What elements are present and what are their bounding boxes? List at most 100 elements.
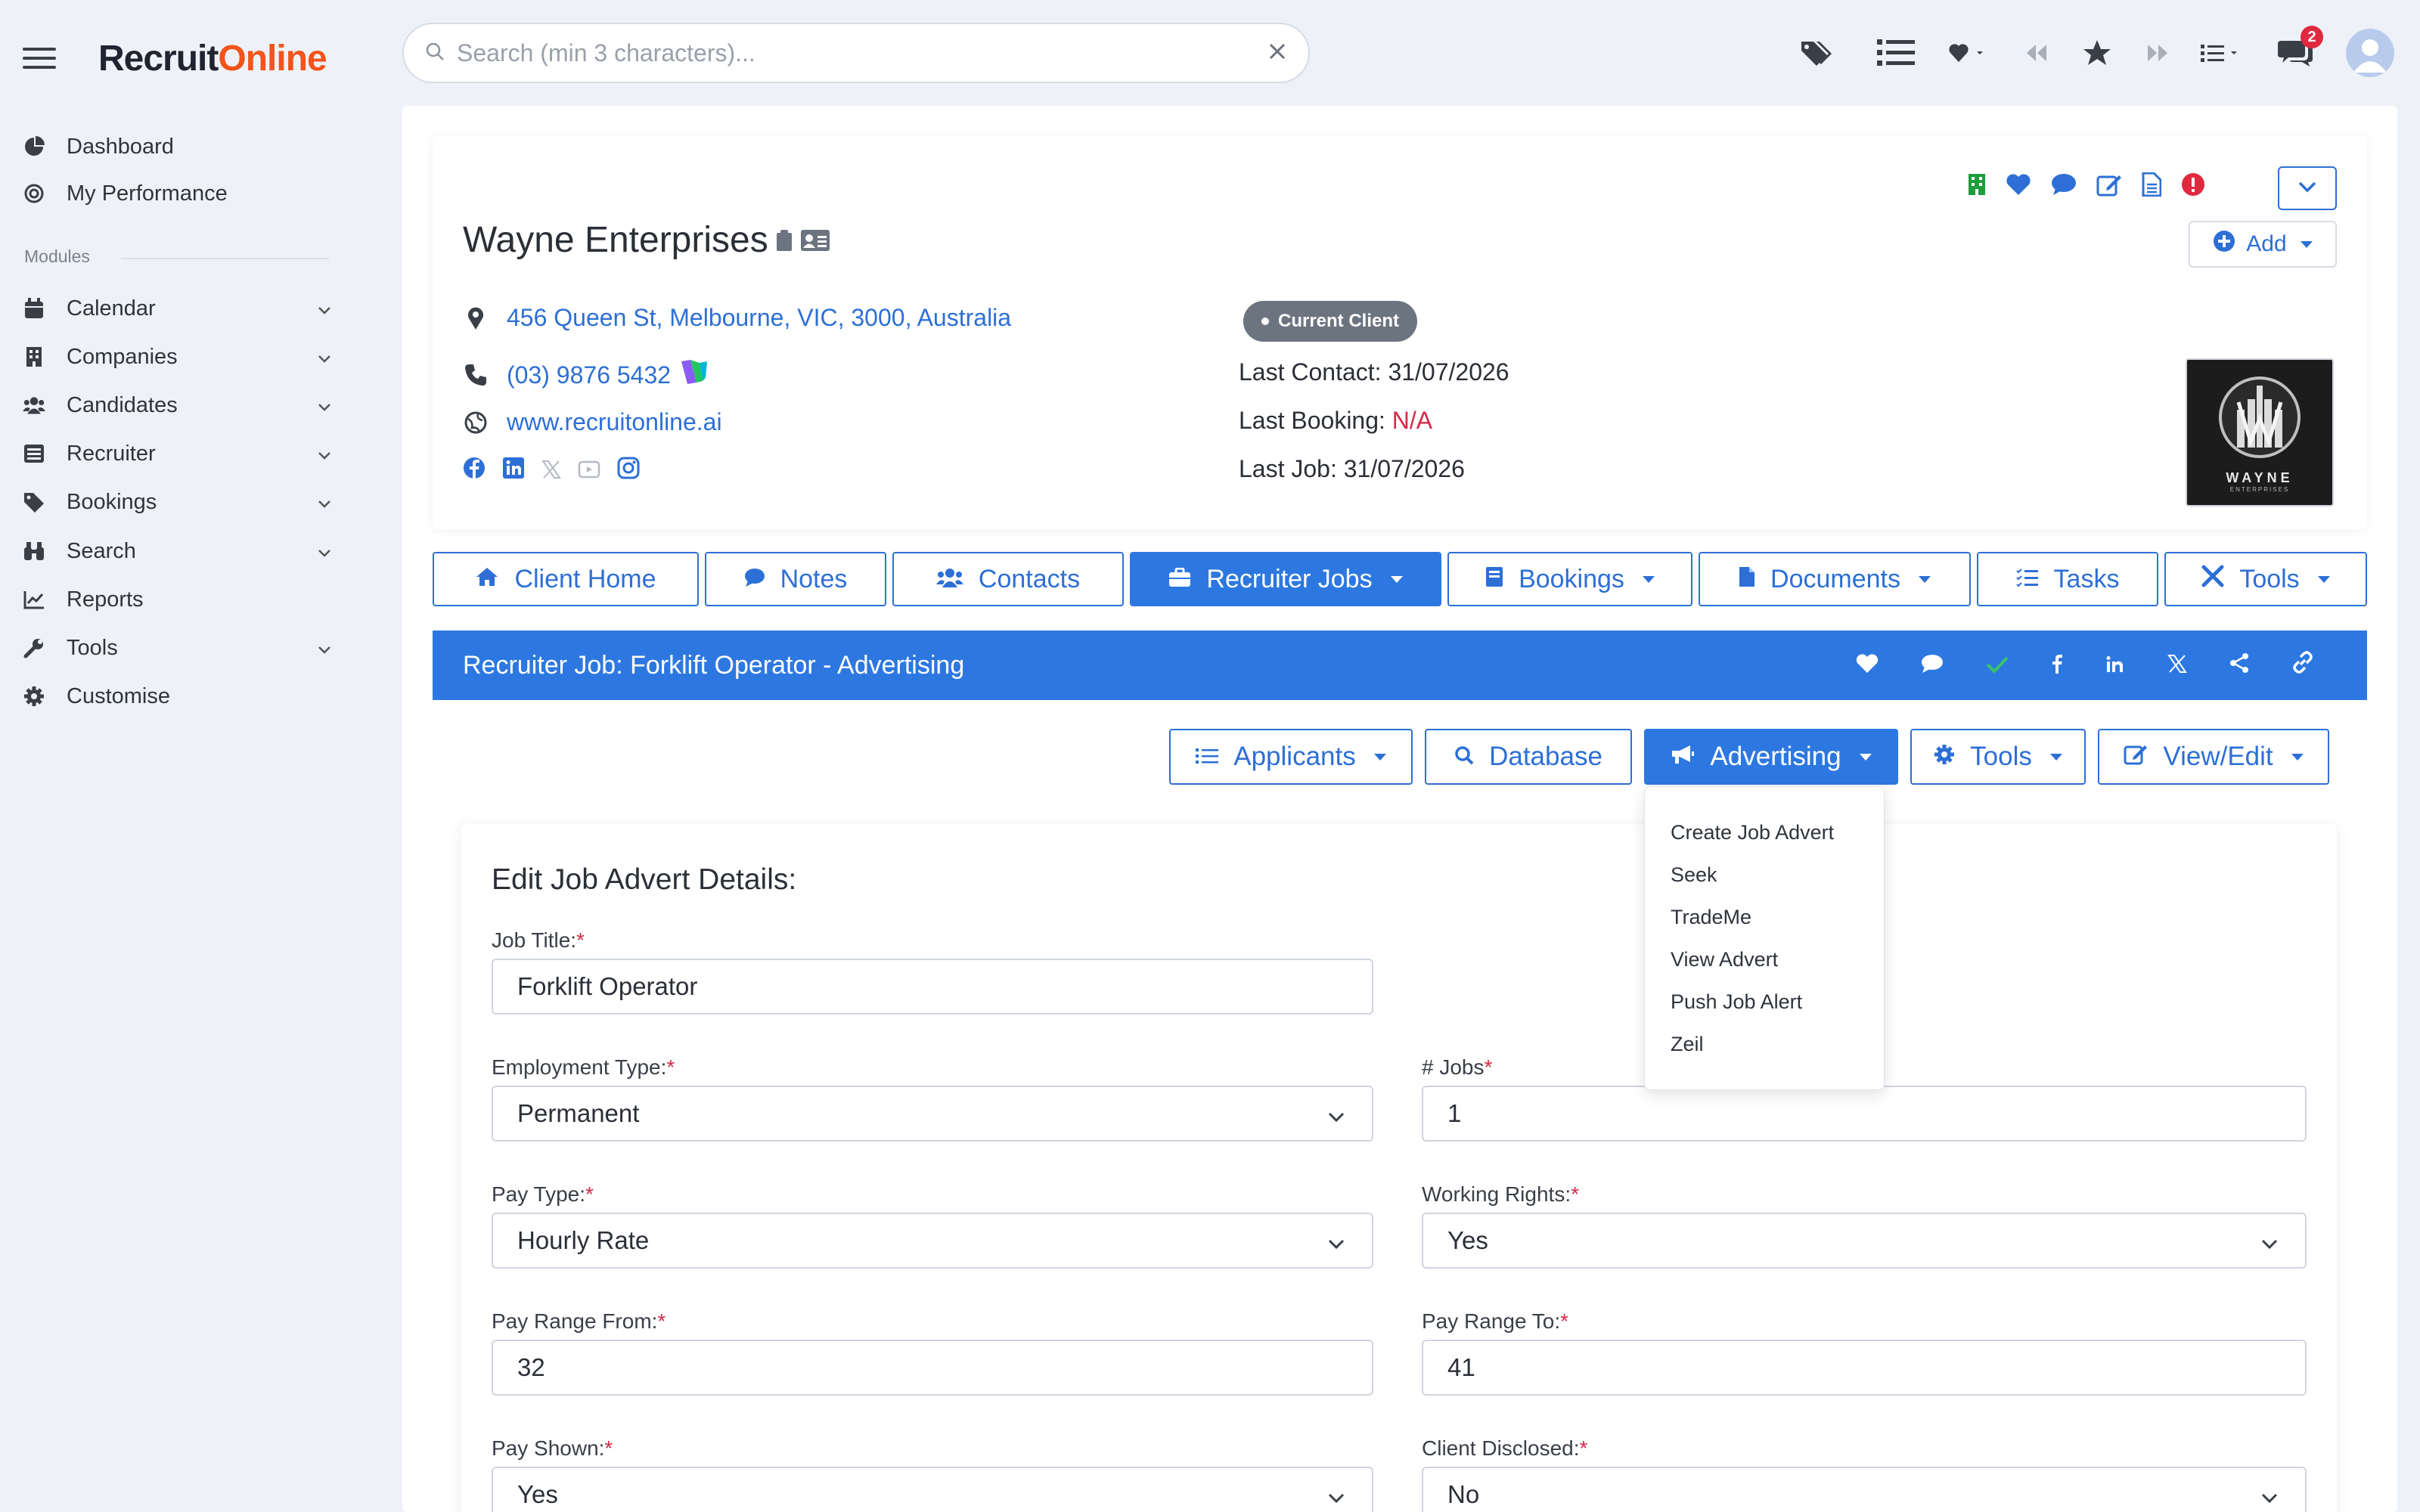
contact-card-icon[interactable] [800, 219, 830, 261]
menu-item-push-job-alert[interactable]: Push Job Alert [1645, 981, 1884, 1023]
pay-to-input[interactable]: 41 [1422, 1340, 2307, 1396]
sidebar-item-dashboard[interactable]: Dashboard [23, 127, 333, 166]
menu-item-seek[interactable]: Seek [1645, 854, 1884, 896]
tasks-dropdown-icon[interactable] [2201, 33, 2245, 73]
menu-item-view-advert[interactable]: View Advert [1645, 938, 1884, 981]
linkedin-icon[interactable] [502, 457, 525, 485]
tab-client-home[interactable]: Client Home [433, 552, 699, 606]
target-icon [23, 182, 45, 205]
sidebar-item-companies[interactable]: Companies [23, 337, 333, 376]
sidebar-item-tools[interactable]: Tools [23, 628, 333, 668]
next-icon[interactable] [2145, 33, 2170, 73]
menu-item-trademe[interactable]: TradeMe [1645, 896, 1884, 938]
menu-item-zeil[interactable]: Zeil [1645, 1023, 1884, 1065]
clipboard-icon[interactable] [776, 219, 793, 261]
chevron-down-icon [2260, 1485, 2279, 1512]
last-contact-value: 31/07/2026 [1388, 358, 1509, 386]
add-button[interactable]: Add [2189, 221, 2337, 268]
client-disclosed-select[interactable]: No [1422, 1467, 2307, 1512]
user-avatar[interactable] [2346, 29, 2394, 77]
pay-shown-select[interactable]: Yes [492, 1467, 1373, 1512]
comment-icon[interactable] [1921, 651, 1944, 680]
phone-icon [463, 364, 489, 386]
tab-bookings[interactable]: Bookings [1447, 552, 1692, 606]
pay-to-label: Pay Range To:* [1422, 1309, 1569, 1333]
notification-badge: 2 [2301, 26, 2323, 48]
sidebar-item-calendar[interactable]: Calendar [23, 289, 333, 328]
linkedin-share-icon[interactable] [2105, 651, 2125, 680]
company-logo-text: WAYNE [2226, 470, 2294, 485]
tab-tasks[interactable]: Tasks [1977, 552, 2158, 606]
facebook-share-icon[interactable] [2051, 651, 2063, 680]
alert-icon[interactable] [2181, 172, 2205, 200]
pay-from-input[interactable]: 32 [492, 1340, 1373, 1396]
view-edit-button[interactable]: View/Edit [2098, 729, 2329, 785]
app-logo[interactable]: RecruitOnline [98, 38, 327, 79]
global-search-box[interactable] [402, 23, 1310, 83]
x-twitter-icon[interactable] [541, 457, 561, 485]
website-link[interactable]: www.recruitonline.ai [507, 408, 722, 436]
youtube-icon[interactable] [578, 457, 600, 485]
instagram-icon[interactable] [617, 457, 640, 485]
map-marker-icon [463, 306, 489, 330]
address-link[interactable]: 456 Queen St, Melbourne, VIC, 3000, Aust… [507, 304, 1011, 332]
tab-notes[interactable]: Notes [705, 552, 886, 606]
sidebar-item-bookings[interactable]: Bookings [23, 482, 333, 522]
sidebar-item-candidates[interactable]: Candidates [23, 386, 333, 425]
tab-documents[interactable]: Documents [1699, 552, 1971, 606]
tab-contacts[interactable]: Contacts [892, 552, 1124, 606]
tab-recruiter-jobs[interactable]: Recruiter Jobs [1130, 552, 1441, 606]
advertising-button[interactable]: Advertising [1644, 729, 1898, 785]
tab-label: Recruiter Jobs [1206, 564, 1373, 593]
sidebar-item-search[interactable]: Search [23, 531, 333, 571]
link-icon[interactable] [2291, 650, 2314, 680]
tags-icon[interactable] [1800, 33, 1833, 73]
pay-type-select[interactable]: Hourly Rate [492, 1213, 1373, 1269]
sidebar-item-recruiter[interactable]: Recruiter [23, 434, 333, 473]
applicants-button[interactable]: Applicants [1169, 729, 1413, 785]
sidebar-item-reports[interactable]: Reports [23, 580, 333, 619]
sidebar-item-label: Candidates [67, 392, 178, 417]
logo-text-part2: Online [218, 39, 327, 79]
company-building-icon[interactable] [1968, 173, 1986, 200]
briefcase-icon [1168, 565, 1191, 594]
edit-icon[interactable] [2096, 172, 2122, 200]
clear-search-icon[interactable] [1267, 42, 1287, 65]
share-icon[interactable] [2229, 651, 2249, 680]
sidebar-item-my-performance[interactable]: My Performance [23, 174, 333, 213]
previous-icon[interactable] [2024, 33, 2049, 73]
tab-tools[interactable]: Tools [2164, 552, 2367, 606]
collapse-button[interactable] [2278, 166, 2337, 210]
tools-button[interactable]: Tools [1910, 729, 2086, 785]
sidebar-item-label: Recruiter [67, 441, 156, 466]
app-logo-icon[interactable] [680, 358, 709, 392]
website-row: www.recruitonline.ai [463, 408, 722, 436]
favourite-heart-icon[interactable] [2006, 173, 2031, 200]
phone-link[interactable]: (03) 9876 5432 [507, 361, 671, 389]
tools-icon [2201, 565, 2224, 594]
job-title-input[interactable]: Forklift Operator [492, 959, 1373, 1015]
menu-toggle-icon[interactable] [23, 45, 56, 71]
chevron-down-icon [316, 299, 333, 324]
working-rights-select[interactable]: Yes [1422, 1213, 2307, 1269]
database-button[interactable]: Database [1425, 729, 1632, 785]
menu-item-create-job-advert[interactable]: Create Job Advert [1645, 811, 1884, 854]
last-booking-row: Last Booking: N/A [1239, 407, 1432, 435]
employment-type-select[interactable]: Permanent [492, 1086, 1373, 1142]
comment-icon[interactable] [2051, 173, 2077, 200]
heart-icon[interactable] [1856, 651, 1879, 680]
x-share-icon[interactable] [2167, 651, 2187, 680]
main-content: Add Wayne Enterprises 456 Queen St, Melb… [402, 106, 2397, 1512]
chevron-down-icon [1326, 1231, 1346, 1259]
search-input[interactable] [457, 39, 1267, 67]
jobs-count-input[interactable]: 1 [1422, 1086, 2307, 1142]
chevron-down-icon [316, 639, 333, 664]
facebook-icon[interactable] [463, 457, 486, 485]
sidebar-item-customise[interactable]: Customise [23, 677, 333, 716]
star-icon[interactable] [2083, 33, 2111, 73]
list-view-icon[interactable] [1877, 33, 1915, 73]
messages-icon[interactable]: 2 [2278, 26, 2323, 73]
favorites-dropdown-icon[interactable] [1948, 33, 1990, 73]
document-icon[interactable] [2142, 172, 2162, 200]
check-icon[interactable] [1986, 651, 2009, 680]
